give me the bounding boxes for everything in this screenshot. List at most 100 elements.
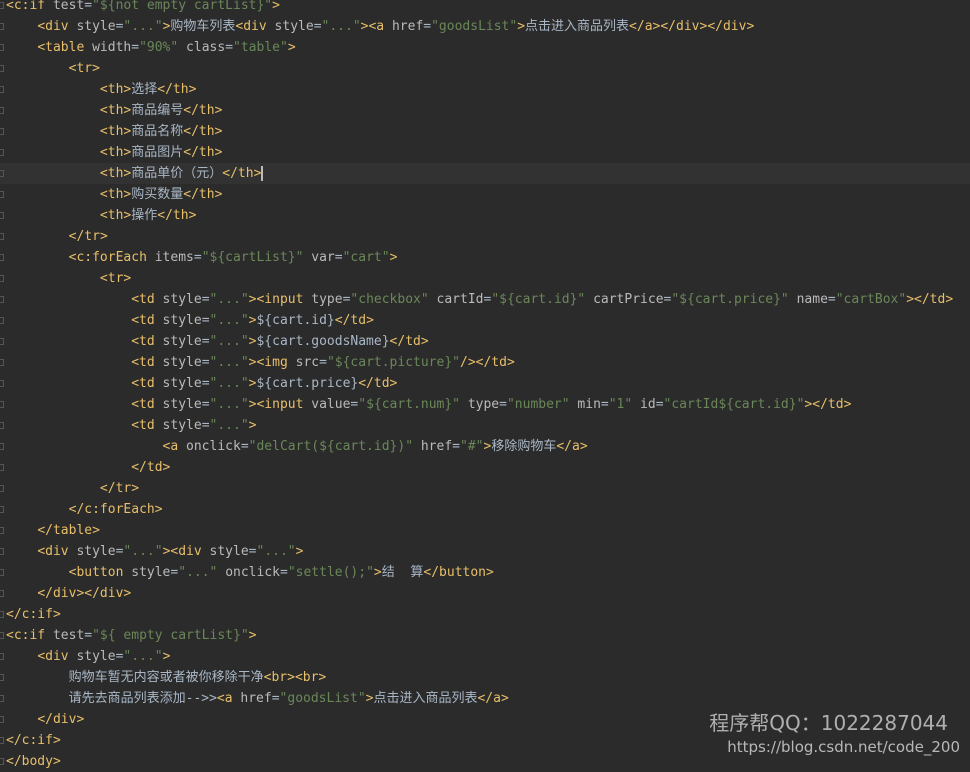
fold-marker-icon[interactable] bbox=[0, 317, 4, 324]
code-line[interactable]: </c:forEach> bbox=[0, 499, 970, 520]
code-line[interactable]: </table> bbox=[0, 520, 970, 541]
code-text: </tr> bbox=[99, 481, 140, 496]
code-line[interactable]: <c:forEach items="${cartList}" var="cart… bbox=[0, 247, 970, 268]
code-line[interactable]: <th>购买数量</th> bbox=[0, 184, 970, 205]
fold-marker-icon[interactable] bbox=[0, 653, 4, 660]
code-line[interactable]: <td style="...">${cart.id}</td> bbox=[0, 310, 970, 331]
code-text: <button style="..." onclick="settle();">… bbox=[68, 565, 494, 580]
code-line[interactable]: </td> bbox=[0, 457, 970, 478]
code-line[interactable]: 请先去商品列表添加-->><a href="goodsList">点击进入商品列… bbox=[0, 688, 970, 709]
fold-marker-icon[interactable] bbox=[0, 2, 4, 9]
code-text: <td style="...">${cart.goodsName}</td> bbox=[131, 334, 429, 349]
code-line[interactable]: <td style="..."><input type="checkbox" c… bbox=[0, 289, 970, 310]
code-line[interactable]: <table width="90%" class="table"> bbox=[0, 37, 970, 58]
code-line[interactable]: <tr> bbox=[0, 58, 970, 79]
code-line[interactable]: </tr> bbox=[0, 226, 970, 247]
fold-marker-icon[interactable] bbox=[0, 107, 4, 114]
fold-marker-icon[interactable] bbox=[0, 401, 4, 408]
code-line[interactable]: <div style="..."> bbox=[0, 646, 970, 667]
fold-marker-icon[interactable] bbox=[0, 359, 4, 366]
code-text: <th>商品图片</th> bbox=[99, 145, 223, 160]
fold-marker-icon[interactable] bbox=[0, 65, 4, 72]
fold-marker-icon[interactable] bbox=[0, 128, 4, 135]
code-line[interactable]: <c:if test="${ empty cartList}"> bbox=[0, 625, 970, 646]
code-text: <td style="...">${cart.price}</td> bbox=[131, 376, 398, 391]
fold-marker-icon[interactable] bbox=[0, 443, 4, 450]
code-line[interactable]: <th>商品单价（元）</th> bbox=[0, 163, 970, 184]
fold-marker-icon[interactable] bbox=[0, 149, 4, 156]
fold-marker-icon[interactable] bbox=[0, 275, 4, 282]
code-line[interactable]: <th>商品名称</th> bbox=[0, 121, 970, 142]
code-text: 购物车暂无内容或者被你移除干净<br><br> bbox=[6, 670, 327, 685]
fold-marker-icon[interactable] bbox=[0, 464, 4, 471]
fold-marker-icon[interactable] bbox=[0, 212, 4, 219]
code-line[interactable]: <th>操作</th> bbox=[0, 205, 970, 226]
code-line[interactable]: <td style="...">${cart.price}</td> bbox=[0, 373, 970, 394]
fold-marker-icon[interactable] bbox=[0, 44, 4, 51]
fold-marker-icon[interactable] bbox=[0, 422, 4, 429]
fold-marker-icon[interactable] bbox=[0, 170, 4, 177]
fold-marker-icon[interactable] bbox=[0, 527, 4, 534]
fold-marker-icon[interactable] bbox=[0, 548, 4, 555]
code-text: <td style="..."><input value="${cart.num… bbox=[131, 397, 852, 412]
fold-marker-icon[interactable] bbox=[0, 737, 4, 744]
code-text: <td style="..."><img src="${cart.picture… bbox=[131, 355, 515, 370]
fold-marker-icon[interactable] bbox=[0, 716, 4, 723]
code-text: </table> bbox=[37, 523, 100, 538]
fold-marker-icon[interactable] bbox=[0, 506, 4, 513]
code-text: </c:if> bbox=[6, 607, 61, 622]
code-text: <a onclick="delCart(${cart.id})" href="#… bbox=[162, 439, 588, 454]
code-line[interactable]: <a onclick="delCart(${cart.id})" href="#… bbox=[0, 436, 970, 457]
fold-marker-icon[interactable] bbox=[0, 296, 4, 303]
code-editor[interactable]: <c:if test="${not empty cartList}"> <div… bbox=[0, 0, 970, 769]
code-line[interactable]: <td style="...">${cart.goodsName}</td> bbox=[0, 331, 970, 352]
code-text: </c:forEach> bbox=[68, 502, 163, 517]
fold-marker-icon[interactable] bbox=[0, 86, 4, 93]
code-text: <c:if test="${not empty cartList}"> bbox=[6, 0, 280, 13]
code-text: <th>商品单价（元）</th> bbox=[99, 166, 264, 181]
code-line[interactable]: <td style="..."> bbox=[0, 415, 970, 436]
fold-marker-icon[interactable] bbox=[0, 191, 4, 198]
code-line[interactable]: <button style="..." onclick="settle();">… bbox=[0, 562, 970, 583]
code-line[interactable]: <td style="..."><input value="${cart.num… bbox=[0, 394, 970, 415]
code-text: <div style="...">购物车列表<div style="..."><… bbox=[37, 19, 755, 34]
code-text: </tr> bbox=[68, 229, 108, 244]
code-line[interactable]: <c:if test="${not empty cartList}"> bbox=[0, 0, 970, 16]
code-line[interactable]: <th>选择</th> bbox=[0, 79, 970, 100]
code-text: <div style="..."> bbox=[37, 649, 171, 664]
fold-marker-icon[interactable] bbox=[0, 611, 4, 618]
code-line[interactable]: </div></div> bbox=[0, 583, 970, 604]
code-line[interactable]: <th>商品图片</th> bbox=[0, 142, 970, 163]
code-line[interactable]: <div style="..."><div style="..."> bbox=[0, 541, 970, 562]
code-text: <tr> bbox=[68, 61, 100, 76]
code-line[interactable]: 购物车暂无内容或者被你移除干净<br><br> bbox=[0, 667, 970, 688]
fold-marker-icon[interactable] bbox=[0, 233, 4, 240]
watermark-url: https://blog.csdn.net/code_200 bbox=[727, 738, 960, 756]
code-line[interactable]: </tr> bbox=[0, 478, 970, 499]
code-line[interactable]: <tr> bbox=[0, 268, 970, 289]
code-text: <th>操作</th> bbox=[99, 208, 197, 223]
fold-marker-icon[interactable] bbox=[0, 254, 4, 261]
code-text: <td style="..."><input type="checkbox" c… bbox=[131, 292, 954, 307]
fold-marker-icon[interactable] bbox=[0, 695, 4, 702]
fold-marker-icon[interactable] bbox=[0, 23, 4, 30]
code-text: <c:forEach items="${cartList}" var="cart… bbox=[68, 250, 398, 265]
code-line[interactable]: <div style="...">购物车列表<div style="..."><… bbox=[0, 16, 970, 37]
code-text: <th>商品编号</th> bbox=[99, 103, 223, 118]
fold-marker-icon[interactable] bbox=[0, 485, 4, 492]
fold-marker-icon[interactable] bbox=[0, 380, 4, 387]
code-line[interactable]: </c:if> bbox=[0, 604, 970, 625]
code-text: </div> bbox=[37, 712, 85, 727]
text-caret bbox=[261, 166, 264, 181]
fold-marker-icon[interactable] bbox=[0, 632, 4, 639]
code-line[interactable]: <td style="..."><img src="${cart.picture… bbox=[0, 352, 970, 373]
code-text: <th>选择</th> bbox=[99, 82, 197, 97]
code-line[interactable]: <th>商品编号</th> bbox=[0, 100, 970, 121]
code-text: </td> bbox=[131, 460, 171, 475]
fold-marker-icon[interactable] bbox=[0, 590, 4, 597]
fold-marker-icon[interactable] bbox=[0, 569, 4, 576]
code-text: <tr> bbox=[99, 271, 132, 286]
fold-marker-icon[interactable] bbox=[0, 338, 4, 345]
code-text: <div style="..."><div style="..."> bbox=[37, 544, 304, 559]
fold-marker-icon[interactable] bbox=[0, 674, 4, 681]
